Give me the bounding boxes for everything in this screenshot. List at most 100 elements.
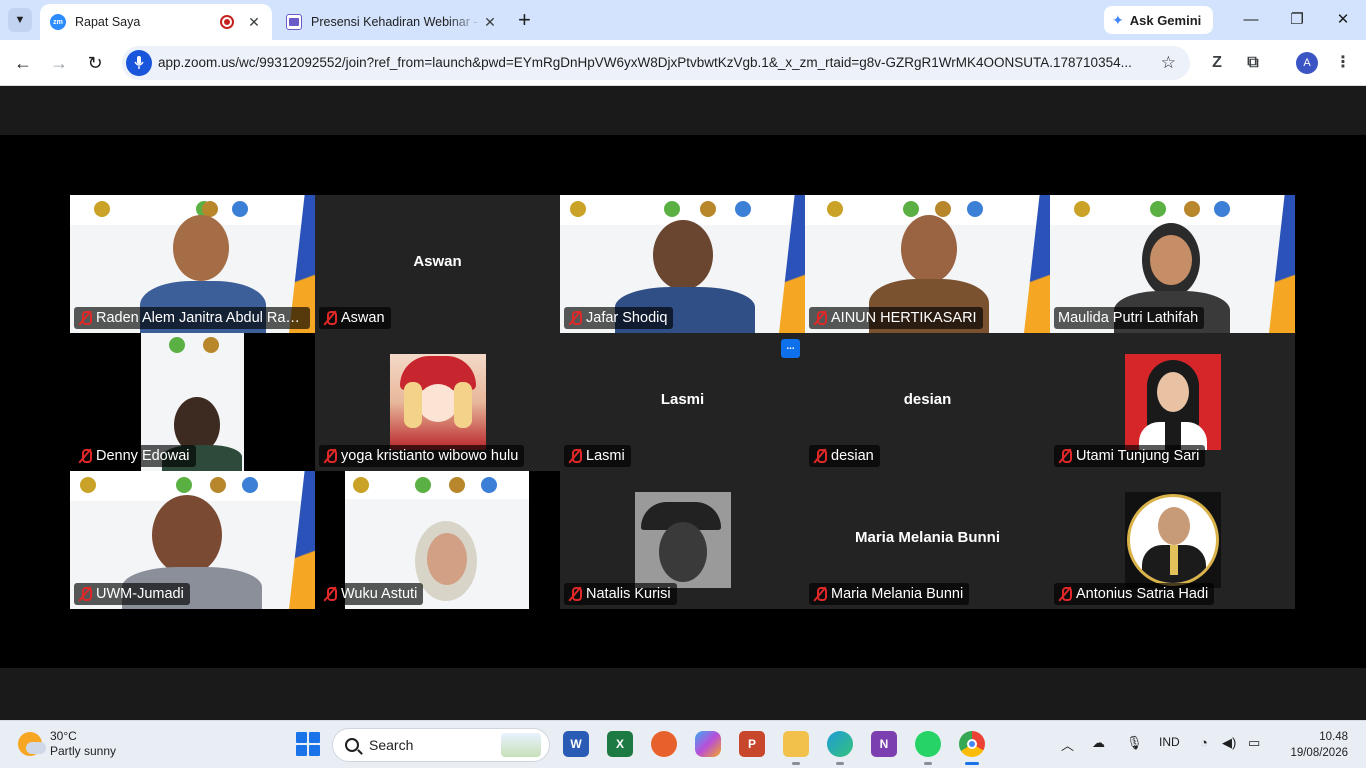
muted-mic-icon <box>568 586 582 602</box>
weather-temperature: 30°C <box>50 729 77 743</box>
participant-tile[interactable]: Natalis Kurisi <box>560 471 805 609</box>
gemini-icon: ✦ <box>1112 11 1124 28</box>
participant-display-name: Lasmi <box>660 391 705 408</box>
microphone-in-use-icon[interactable] <box>126 50 152 76</box>
muted-mic-icon <box>568 448 582 464</box>
participant-tile[interactable]: Utami Tunjung Sari <box>1050 333 1295 471</box>
tab-presensi[interactable]: Presensi Kehadiran Webinar - B ✕ <box>276 4 508 40</box>
back-button[interactable]: ← <box>11 51 35 75</box>
search-icon <box>345 738 359 752</box>
minimize-button[interactable]: — <box>1239 8 1263 32</box>
extensions-puzzle-icon[interactable]: ⧉ <box>1242 52 1264 74</box>
participant-tile[interactable]: Wuku Astuti <box>315 471 560 609</box>
bookmark-star-icon[interactable]: ☆ <box>1161 53 1176 73</box>
profile-picture <box>635 492 731 588</box>
participant-tile[interactable]: UWM-Jumadi <box>70 471 315 609</box>
participant-name-label: Utami Tunjung Sari <box>1054 445 1206 467</box>
tab-search-button[interactable]: ▼ <box>8 8 32 32</box>
show-hidden-icons-chevron-icon[interactable]: ︿ <box>1061 735 1074 754</box>
participant-name-label: Denny Edowai <box>74 445 196 467</box>
url-text[interactable]: app.zoom.us/wc/99312092552/join?ref_from… <box>158 55 1148 70</box>
participant-display-name: Maria Melania Bunni <box>854 529 1001 546</box>
volume-icon[interactable]: ◀) <box>1222 735 1236 751</box>
participant-tile[interactable]: Jafar Shodiq <box>560 195 805 333</box>
onedrive-sync-icon[interactable]: ☁ <box>1092 735 1105 751</box>
participant-tile-active-speaker[interactable]: Maulida Putri Lathifah <box>1050 195 1295 333</box>
participant-tile[interactable]: desian desian <box>805 333 1050 471</box>
new-tab-button[interactable]: + <box>518 8 531 32</box>
participant-name-label: Raden Alem Janitra Abdul Rah... <box>74 307 310 329</box>
muted-mic-icon <box>78 310 92 326</box>
ask-gemini-button[interactable]: ✦ Ask Gemini <box>1104 6 1214 34</box>
address-bar[interactable]: app.zoom.us/wc/99312092552/join?ref_from… <box>122 46 1190 80</box>
onenote-icon[interactable]: N <box>871 731 897 757</box>
tab-title: Presensi Kehadiran Webinar - B <box>311 15 482 29</box>
participant-display-name: desian <box>903 391 952 408</box>
restore-button[interactable]: ❐ <box>1285 8 1309 32</box>
participant-more-options-button[interactable]: ... <box>781 339 800 358</box>
participant-tile[interactable]: Antonius Satria Hadi <box>1050 471 1295 609</box>
word-icon[interactable]: W <box>563 731 589 757</box>
participant-tile[interactable]: Maria Melania Bunni Maria Melania Bunni <box>805 471 1050 609</box>
muted-mic-icon <box>323 310 337 326</box>
muted-mic-icon <box>78 586 92 602</box>
wifi-icon[interactable]: ◔ <box>1200 735 1208 750</box>
clock-date: 19/08/2026 <box>1290 747 1348 759</box>
muted-mic-icon <box>323 448 337 464</box>
participant-name-label: yoga kristianto wibowo hulu <box>319 445 525 467</box>
close-tab-icon[interactable]: ✕ <box>246 14 262 31</box>
participant-tile[interactable]: Lasmi Lasmi <box>560 333 805 471</box>
reload-button[interactable]: ↻ <box>83 51 107 75</box>
participant-name-label: Wuku Astuti <box>319 583 424 605</box>
menu-kebab-icon[interactable]: ⋮ <box>1332 52 1354 74</box>
browser-tab-strip: ▼ zm Rapat Saya ✕ Presensi Kehadiran Web… <box>0 0 1366 40</box>
zoom-bottom-bar <box>0 668 1366 720</box>
close-tab-icon[interactable]: ✕ <box>482 14 498 31</box>
participant-name-label: Antonius Satria Hadi <box>1054 583 1215 605</box>
profile-picture <box>390 354 486 450</box>
weather-widget[interactable]: 30°C Partly sunny <box>18 729 116 759</box>
zoom-top-bar <box>0 87 1366 135</box>
battery-icon[interactable]: ▭ <box>1248 735 1260 751</box>
language-indicator[interactable]: IND <box>1159 735 1180 749</box>
search-highlight-image <box>501 733 541 757</box>
tab-rapat-saya[interactable]: zm Rapat Saya ✕ <box>40 4 272 40</box>
muted-mic-icon <box>1058 448 1072 464</box>
copilot-icon[interactable] <box>695 731 721 757</box>
participant-tile[interactable]: Aswan Aswan <box>315 195 560 333</box>
browser-toolbar: ← → ↻ app.zoom.us/wc/99312092552/join?re… <box>0 40 1366 86</box>
powerpoint-icon[interactable]: P <box>739 731 765 757</box>
participant-name-label: UWM-Jumadi <box>74 583 190 605</box>
participant-name-label: Jafar Shodiq <box>564 307 674 329</box>
participant-name-label: Natalis Kurisi <box>564 583 677 605</box>
profile-picture <box>1125 354 1221 450</box>
profile-avatar[interactable]: A <box>1296 52 1318 74</box>
participant-tile[interactable]: yoga kristianto wibowo hulu <box>315 333 560 471</box>
close-window-button[interactable]: ✕ <box>1331 8 1355 32</box>
tab-title: Rapat Saya <box>75 15 141 29</box>
participant-name-label: desian <box>809 445 880 467</box>
excel-icon[interactable]: X <box>607 731 633 757</box>
edge-icon[interactable] <box>827 731 853 765</box>
partly-sunny-icon <box>18 732 46 756</box>
muted-mic-icon <box>813 586 827 602</box>
taskbar-search[interactable]: Search <box>332 728 550 762</box>
muted-mic-icon <box>568 310 582 326</box>
ask-gemini-label: Ask Gemini <box>1129 12 1202 28</box>
forward-button[interactable]: → <box>47 51 71 75</box>
whatsapp-icon[interactable] <box>915 731 941 765</box>
clock-time: 10.48 <box>1319 731 1348 743</box>
weather-description: Partly sunny <box>50 744 117 758</box>
start-button[interactable] <box>296 732 320 756</box>
microphone-icon[interactable]: 🎙 <box>1126 735 1143 751</box>
participant-name-label: AINUN HERTIKASARI <box>809 307 983 329</box>
participant-tile[interactable]: Raden Alem Janitra Abdul Rah... <box>70 195 315 333</box>
participant-tile[interactable]: Denny Edowai <box>70 333 315 471</box>
zoom-icon: zm <box>50 14 66 30</box>
firefox-icon[interactable] <box>651 731 677 757</box>
chrome-icon[interactable] <box>959 731 985 765</box>
participant-tile[interactable]: AINUN HERTIKASARI <box>805 195 1050 333</box>
system-clock[interactable]: 10.48 19/08/2026 <box>1286 729 1348 761</box>
zotero-extension-icon[interactable]: Z <box>1206 52 1228 74</box>
file-explorer-icon[interactable] <box>783 731 809 765</box>
